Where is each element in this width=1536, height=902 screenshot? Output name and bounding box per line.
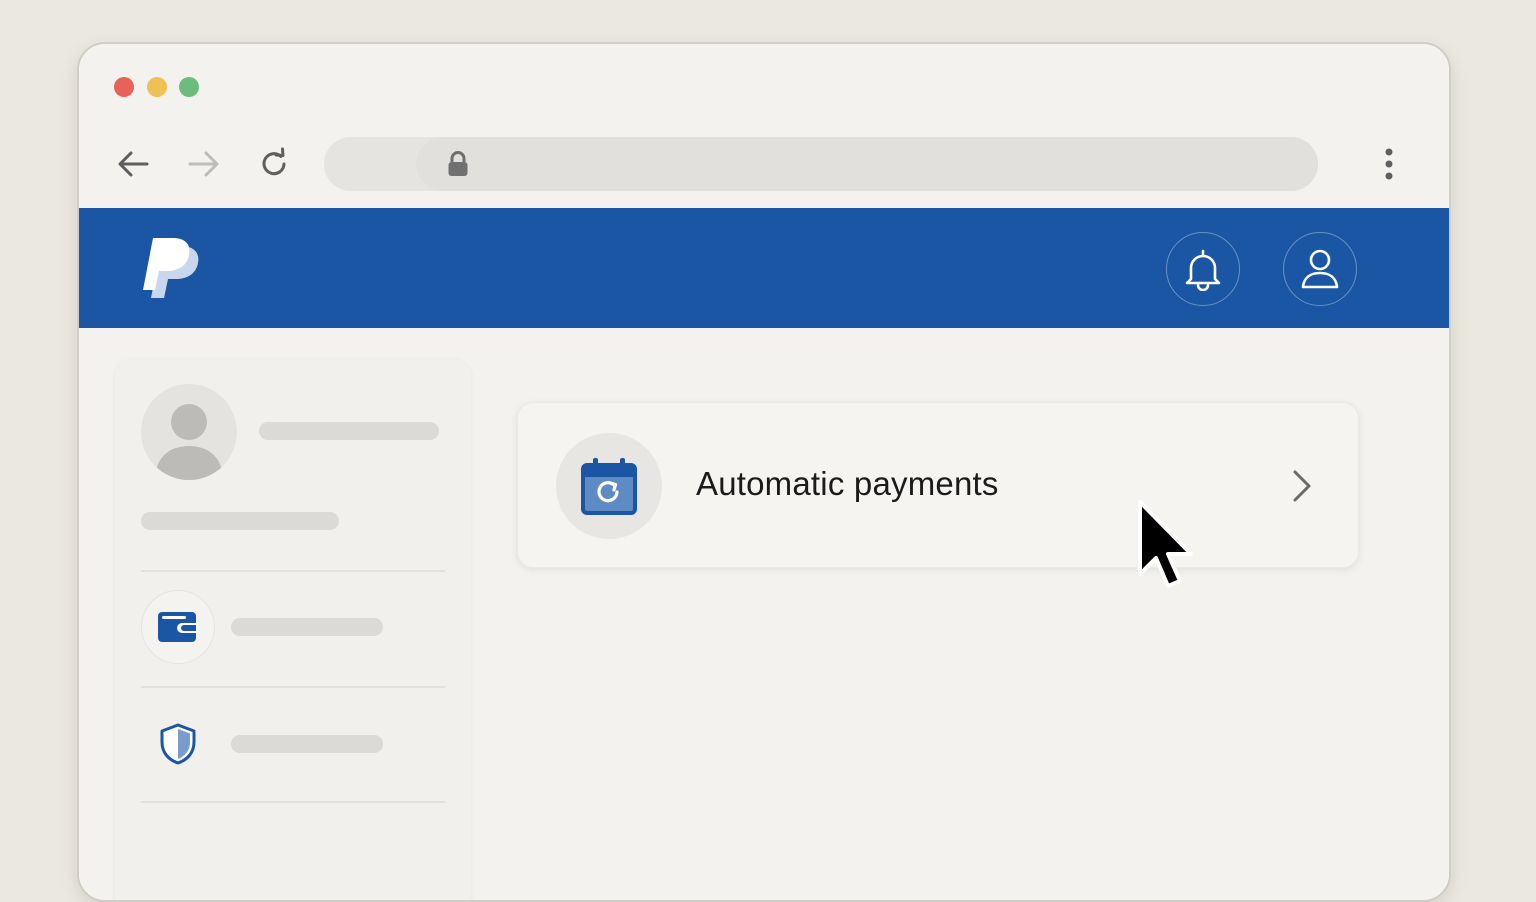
close-window-button[interactable] xyxy=(114,77,134,97)
lock-icon xyxy=(448,151,468,176)
user-icon xyxy=(1301,249,1339,289)
sidebar-divider xyxy=(141,686,445,688)
back-button[interactable] xyxy=(113,144,153,184)
app-header xyxy=(79,208,1449,328)
automatic-payments-card[interactable]: Automatic payments xyxy=(517,402,1359,568)
page-content: Automatic payments xyxy=(79,328,1449,900)
arrow-right-icon xyxy=(188,151,219,177)
sidebar-item-wallet[interactable] xyxy=(141,588,445,668)
profile-subtitle xyxy=(141,512,339,530)
shield-icon xyxy=(160,723,196,765)
sidebar-item-security[interactable] xyxy=(141,705,445,785)
calendar-refresh-icon xyxy=(581,458,637,515)
sidebar-item-label xyxy=(231,618,383,636)
kebab-menu-icon xyxy=(1385,148,1393,180)
card-icon-circle xyxy=(556,433,662,539)
avatar-placeholder-icon xyxy=(155,404,223,480)
profile-name xyxy=(259,422,439,440)
pointer-cursor-icon xyxy=(1138,500,1193,588)
title-bar xyxy=(79,44,1449,120)
browser-toolbar xyxy=(79,120,1449,208)
browser-menu-button[interactable] xyxy=(1369,144,1409,184)
profile-avatar[interactable] xyxy=(141,384,237,480)
account-button[interactable] xyxy=(1283,232,1357,306)
maximize-window-button[interactable] xyxy=(179,77,199,97)
reload-icon xyxy=(262,147,286,176)
sidebar-divider xyxy=(141,801,445,803)
reload-button[interactable] xyxy=(254,144,294,184)
chevron-right-icon[interactable] xyxy=(1286,467,1316,505)
bell-icon xyxy=(1185,249,1221,291)
arrow-left-icon xyxy=(118,151,149,177)
minimize-window-button[interactable] xyxy=(147,77,167,97)
sidebar-item-label xyxy=(231,735,383,753)
wallet-icon-circle xyxy=(141,590,215,664)
forward-button[interactable] xyxy=(184,144,224,184)
url-field[interactable] xyxy=(416,137,1318,191)
sidebar xyxy=(115,360,471,900)
wallet-icon xyxy=(158,612,198,642)
shield-icon-wrap xyxy=(155,721,201,767)
browser-window: Automatic payments xyxy=(77,42,1451,902)
address-bar[interactable] xyxy=(324,137,1318,191)
card-title: Automatic payments xyxy=(696,465,999,502)
sidebar-divider xyxy=(141,570,445,572)
paypal-logo[interactable] xyxy=(141,232,211,304)
notifications-button[interactable] xyxy=(1166,232,1240,306)
